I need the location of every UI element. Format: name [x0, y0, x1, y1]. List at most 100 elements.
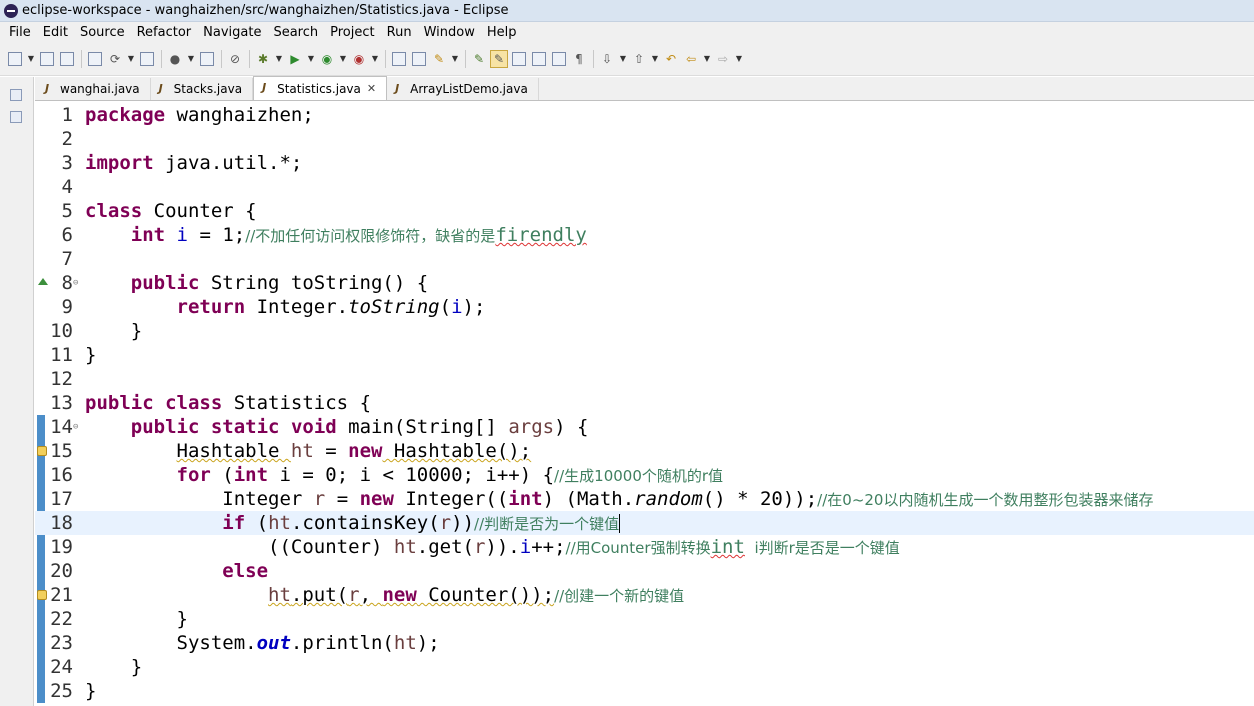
code-comment: //判断是否为一个键值: [474, 515, 620, 533]
profile-dropdown-icon[interactable]: ▼: [186, 50, 196, 68]
menu-search[interactable]: Search: [267, 25, 324, 40]
menu-window[interactable]: Window: [418, 25, 481, 40]
editor-tab-bar: wanghai.java Stacks.java Statistics.java…: [35, 76, 1254, 101]
tab-statistics-java[interactable]: Statistics.java ✕: [253, 76, 388, 100]
save-icon[interactable]: [38, 50, 56, 68]
line-number: 1: [61, 104, 73, 126]
main-toolbar: ▼ ⟳ ▼ ● ▼ ⊘ ✱ ▼ ▶ ▼ ◉ ▼ ◉ ▼ ✎ ▼ ✎ ✎ ¶ ⇩ …: [0, 42, 1254, 76]
toggle-word-wrap-icon[interactable]: ✎: [490, 49, 508, 68]
code-editor[interactable]: 1 package wanghaizhen; 2 3 import java.uti…: [35, 101, 1254, 706]
previous-annotation-icon[interactable]: ⇧: [630, 50, 648, 68]
window-title: eclipse-workspace - wanghaizhen/src/wang…: [22, 3, 509, 18]
debug-dropdown-icon[interactable]: ▼: [274, 50, 284, 68]
menu-source[interactable]: Source: [74, 25, 131, 40]
fold-collapse-icon[interactable]: ⊖: [73, 422, 85, 432]
code-line: 7: [35, 247, 1254, 271]
forward-dropdown-icon[interactable]: ▼: [734, 50, 744, 68]
line-number: 12: [50, 368, 73, 390]
next-annotation-dropdown-icon[interactable]: ▼: [618, 50, 628, 68]
line-number: 10: [50, 320, 73, 342]
package-explorer-icon[interactable]: [10, 111, 22, 123]
toolbar-separator: [590, 50, 596, 68]
tab-stacks-java[interactable]: Stacks.java: [151, 78, 254, 100]
next-annotation-icon[interactable]: ⇩: [598, 50, 616, 68]
build-icon[interactable]: [138, 50, 156, 68]
search-dropdown-icon[interactable]: ▼: [450, 50, 460, 68]
code-line: 16 for (int i = 0; i < 10000; i++) {//生成…: [35, 463, 1254, 487]
menu-file[interactable]: File: [3, 25, 37, 40]
code-text: ((Counter) ht.get(r)).i++;//用Counter强制转换…: [268, 536, 900, 558]
close-icon[interactable]: ✕: [367, 82, 376, 95]
line-number: 22: [50, 608, 73, 630]
refresh-icon[interactable]: ⟳: [106, 50, 124, 68]
fold-collapse-icon[interactable]: ⊖: [73, 278, 85, 288]
new-java-project-icon[interactable]: [390, 50, 408, 68]
tab-arraylistdemo-java[interactable]: ArrayListDemo.java: [387, 78, 539, 100]
coverage-dropdown-icon[interactable]: ▼: [338, 50, 348, 68]
line-number: 16: [50, 464, 73, 486]
code-comment: //用Counter强制转换: [565, 539, 711, 557]
java-file-icon: [157, 82, 169, 96]
menu-edit[interactable]: Edit: [37, 25, 74, 40]
new-dropdown-icon[interactable]: ▼: [26, 50, 36, 68]
tab-label: ArrayListDemo.java: [410, 82, 528, 96]
forward-icon[interactable]: ⇨: [714, 50, 732, 68]
new-java-package-icon[interactable]: [86, 50, 104, 68]
coverage-icon[interactable]: ◉: [318, 50, 336, 68]
menu-navigate[interactable]: Navigate: [197, 25, 267, 40]
console-icon[interactable]: [198, 50, 216, 68]
search-icon[interactable]: ✎: [430, 50, 448, 68]
tab-wanghai-java[interactable]: wanghai.java: [37, 78, 151, 100]
code-comment: //生成10000个随机的r值: [554, 467, 724, 485]
menu-project[interactable]: Project: [324, 25, 380, 40]
last-edit-location-icon[interactable]: ↶: [662, 50, 680, 68]
code-text: import java.util.*;: [85, 152, 303, 174]
previous-annotation-dropdown-icon[interactable]: ▼: [650, 50, 660, 68]
code-line: 9 return Integer.toString(i);: [35, 295, 1254, 319]
debug-icon[interactable]: ✱: [254, 50, 272, 68]
code-text: return Integer.toString(i);: [176, 296, 486, 318]
run-dropdown-icon[interactable]: ▼: [306, 50, 316, 68]
menu-refactor[interactable]: Refactor: [131, 25, 198, 40]
code-comment: firendly: [495, 224, 587, 246]
refresh-dropdown-icon[interactable]: ▼: [126, 50, 136, 68]
override-triangle-icon[interactable]: [38, 278, 48, 285]
menu-help[interactable]: Help: [481, 25, 523, 40]
run-icon[interactable]: ▶: [286, 50, 304, 68]
external-tools-dropdown-icon[interactable]: ▼: [370, 50, 380, 68]
editor-template-icon[interactable]: [550, 50, 568, 68]
code-line: 22 }: [35, 607, 1254, 631]
menu-run[interactable]: Run: [381, 25, 418, 40]
code-line: 12: [35, 367, 1254, 391]
line-number: 5: [61, 200, 73, 222]
code-line: 10 }: [35, 319, 1254, 343]
code-line: 25}: [35, 679, 1254, 703]
show-whitespace-icon[interactable]: [530, 50, 548, 68]
code-line: 8 ⊖ public String toString() {: [35, 271, 1254, 295]
warning-bulb-icon[interactable]: [37, 446, 47, 456]
warning-bulb-icon[interactable]: [37, 590, 47, 600]
line-number: 4: [61, 176, 73, 198]
save-all-icon[interactable]: [58, 50, 76, 68]
code-line: 11}: [35, 343, 1254, 367]
toolbar-separator: [246, 50, 252, 68]
code-line: 19 ((Counter) ht.get(r)).i++;//用Counter强…: [35, 535, 1254, 559]
back-dropdown-icon[interactable]: ▼: [702, 50, 712, 68]
code-line: 17 Integer r = new Integer((int) (Math.r…: [35, 487, 1254, 511]
code-comment: i判断r是否是一个键值: [744, 539, 900, 557]
back-icon[interactable]: ⇦: [682, 50, 700, 68]
restore-view-icon[interactable]: [10, 89, 22, 101]
profile-icon[interactable]: ●: [166, 50, 184, 68]
toggle-block-selection-icon[interactable]: [510, 50, 528, 68]
java-file-icon: [393, 82, 405, 96]
code-text: ht.put(r, new Counter());//创建一个新的键值: [268, 584, 685, 606]
external-tools-icon[interactable]: ◉: [350, 50, 368, 68]
open-type-icon[interactable]: [410, 50, 428, 68]
new-icon[interactable]: [6, 50, 24, 68]
toolbar-separator: [462, 50, 468, 68]
code-text: System.out.println(ht);: [176, 632, 440, 654]
pilcrow-icon[interactable]: ¶: [570, 50, 588, 68]
toggle-mark-occurrences-icon[interactable]: ✎: [470, 50, 488, 68]
toolbar-separator: [218, 50, 224, 68]
skip-breakpoints-icon[interactable]: ⊘: [226, 50, 244, 68]
